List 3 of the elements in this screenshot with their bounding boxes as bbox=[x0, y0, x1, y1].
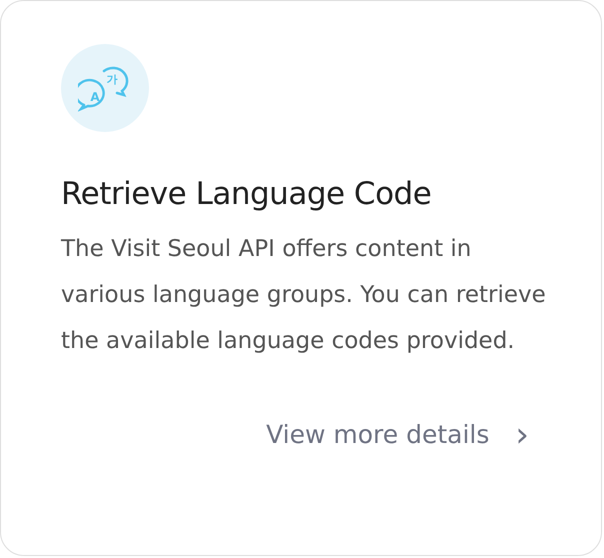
card-title: Retrieve Language Code bbox=[61, 175, 432, 214]
card-description: The Visit Seoul API offers content in various language groups. You can retrieve the available language codes provided. bbox=[61, 235, 547, 356]
view-details-link[interactable]: View more details › bbox=[266, 418, 529, 452]
